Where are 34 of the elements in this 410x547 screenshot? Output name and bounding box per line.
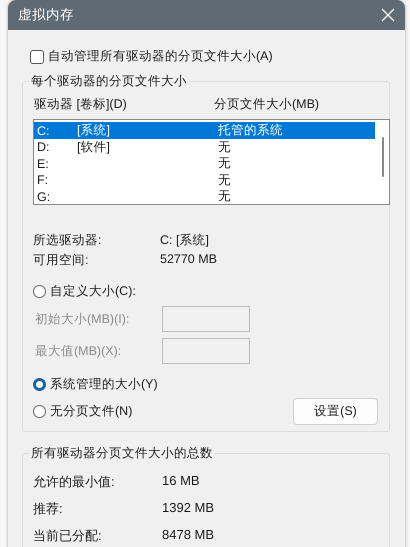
info-label: 所选驱动器: [33, 232, 102, 249]
field-label: 最大值(MB)(X): [35, 342, 122, 360]
drive-row[interactable]: E: 无 [34, 155, 375, 172]
radio-button[interactable] [33, 405, 46, 418]
drive-row[interactable]: F: 无 [34, 172, 375, 188]
info-value: 52770 MB [160, 252, 218, 268]
window-title: 虚拟内存 [18, 6, 74, 24]
total-value: 16 MB [162, 473, 201, 490]
column-header: 驱动器 [卷标](D) [34, 96, 128, 113]
scrollbar-thumb[interactable] [382, 137, 384, 177]
radio-label: 系统管理的大小(Y) [50, 376, 158, 393]
radio-button[interactable] [33, 378, 46, 391]
radio-label: 无分页文件(N) [50, 403, 132, 420]
total-value: 1392 MB [162, 500, 216, 517]
column-header: 分页文件大小(MB) [214, 96, 320, 113]
drive-list[interactable]: C: [系统] 托管的系统 D: [软件] 无 E: 无 F: 无 G: 无 [33, 119, 390, 205]
radio-button[interactable] [33, 285, 46, 298]
set-button[interactable]: 设置(S) [293, 398, 378, 425]
total-label: 当前已分配: [33, 527, 103, 545]
field-label: 初始大小(MB)(I): [35, 310, 130, 328]
radio-label: 自定义大小(C): [50, 283, 136, 300]
checkbox[interactable] [30, 50, 44, 64]
total-label: 允许的最小值: [33, 473, 116, 491]
checkbox-label: 自动管理所有驱动器的分页文件大小(A) [48, 48, 273, 65]
group-title: 所有驱动器分页文件大小的总数 [29, 445, 215, 462]
drive-row[interactable]: G: 无 [34, 188, 375, 204]
info-label: 可用空间: [33, 252, 90, 269]
group-title: 每个驱动器的分页文件大小 [29, 73, 189, 90]
info-value: C: [系统] [160, 232, 210, 249]
total-label: 推荐: [33, 500, 64, 518]
close-icon[interactable] [381, 8, 395, 22]
drive-row[interactable]: D: [软件] 无 [34, 138, 375, 155]
total-value: 8478 MB [162, 527, 216, 544]
drive-row[interactable]: C: [系统] 托管的系统 [34, 122, 375, 138]
